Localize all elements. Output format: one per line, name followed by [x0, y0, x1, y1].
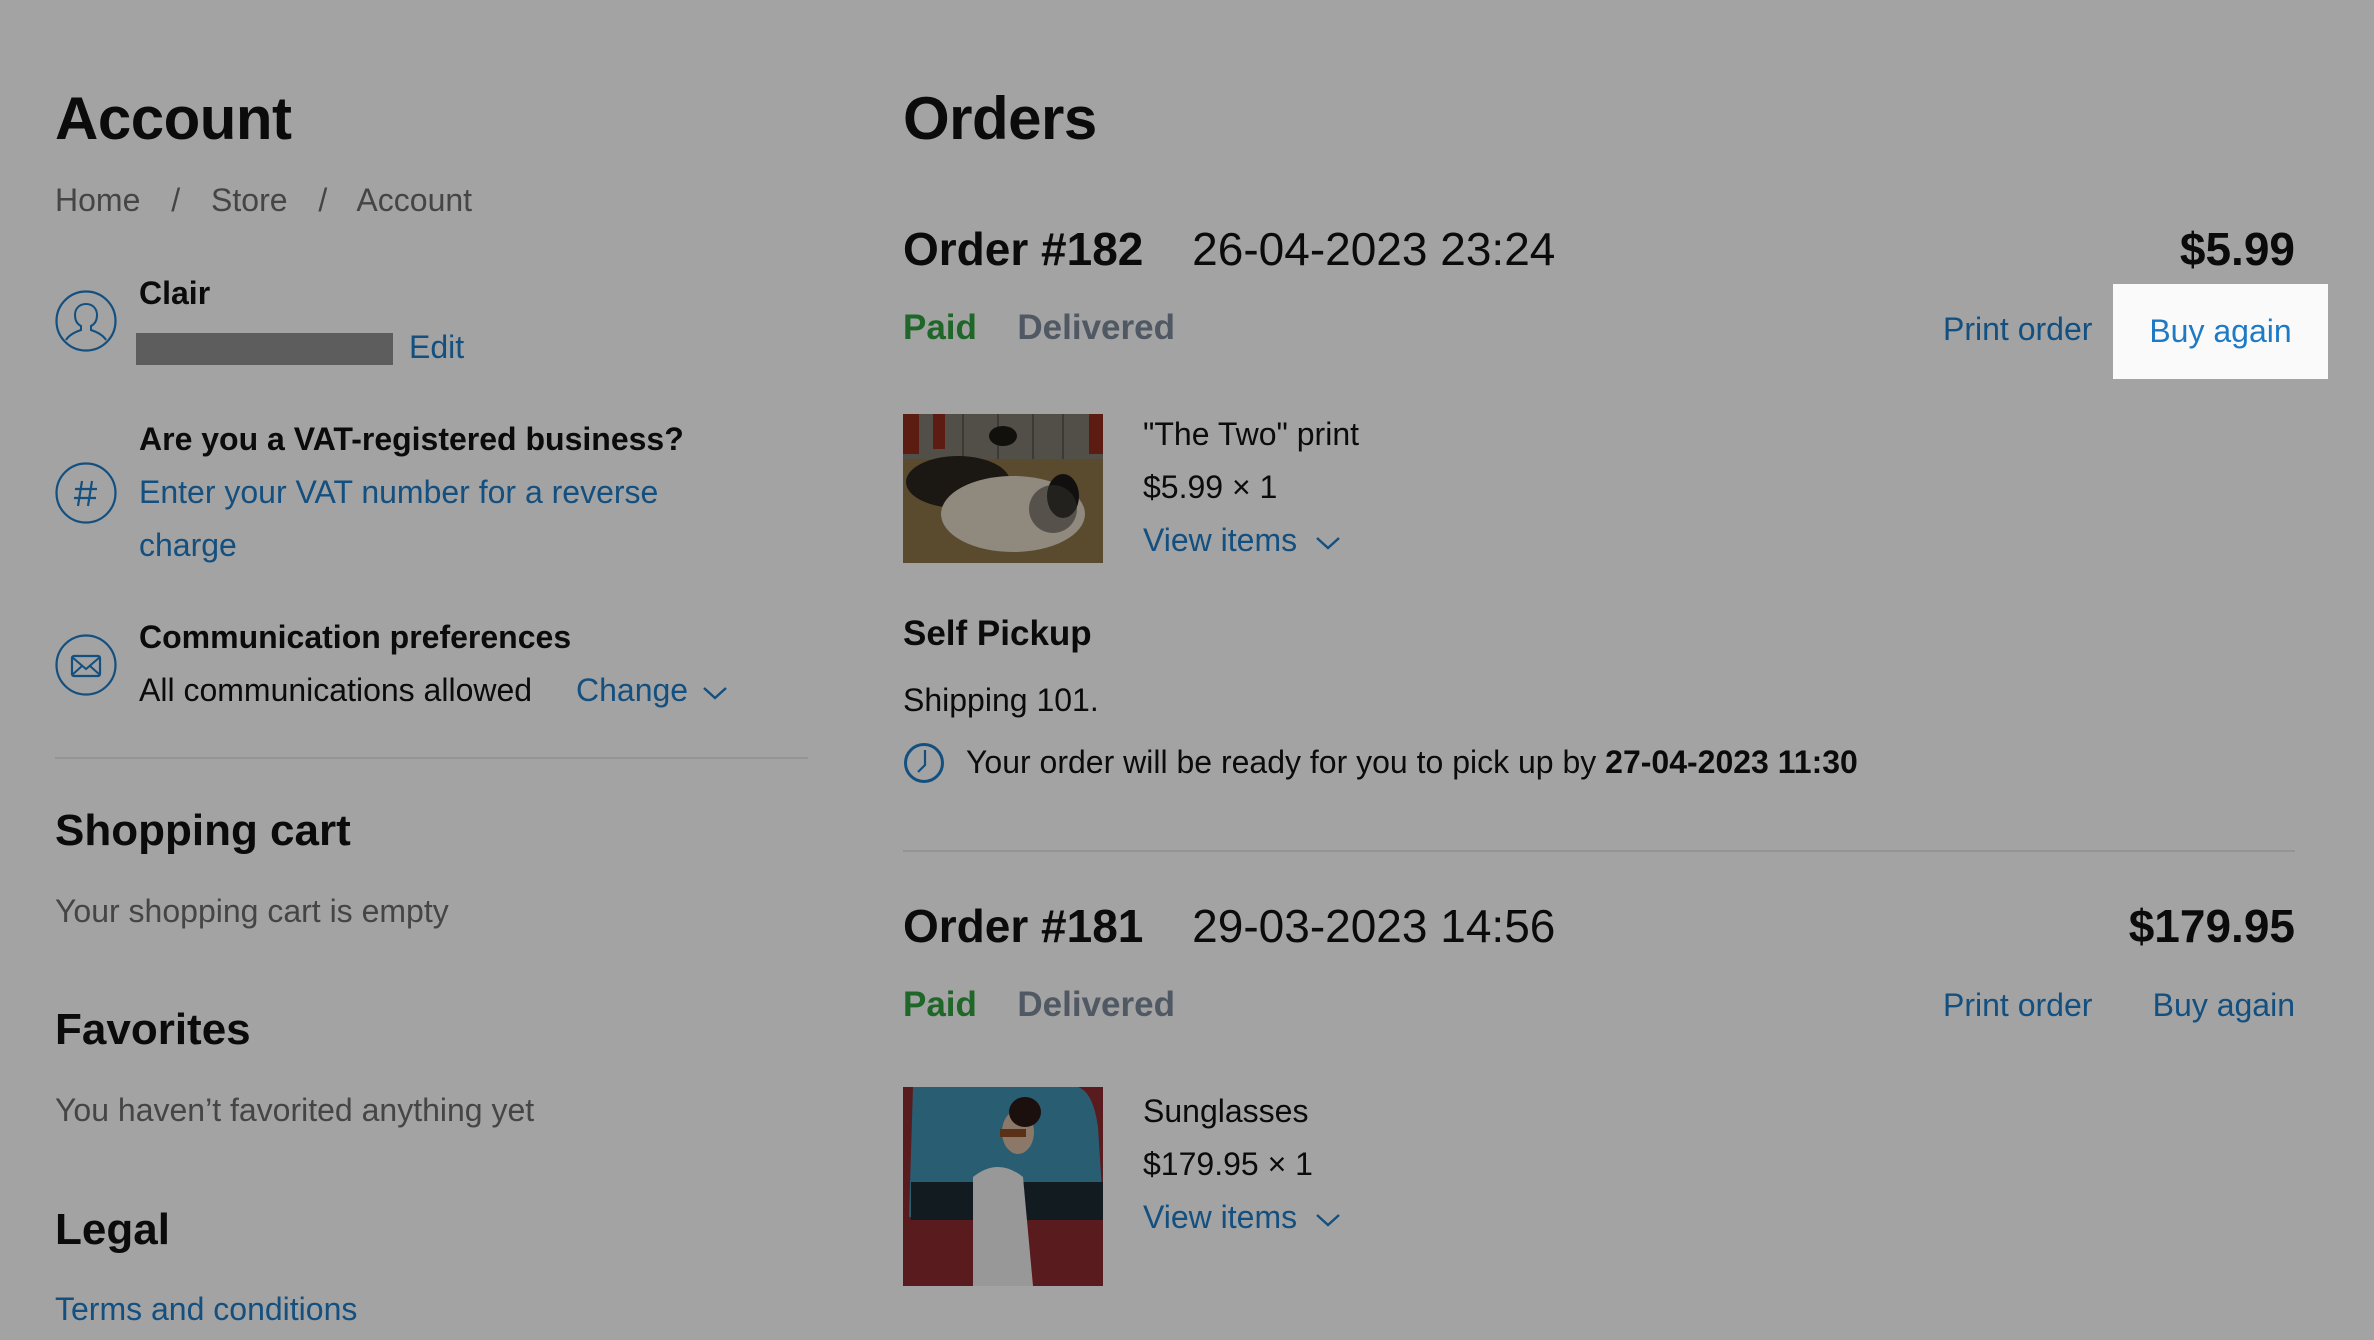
- breadcrumb: Home / Store / Account: [55, 182, 472, 219]
- breadcrumb-home[interactable]: Home: [55, 182, 140, 218]
- order-statuses: Paid Delivered: [903, 985, 1175, 1025]
- order-header: Order #182 26-04-2023 23:24: [903, 222, 1555, 276]
- chevron-down-icon: [1316, 536, 1340, 550]
- chevron-down-icon: [1316, 1213, 1340, 1227]
- page: Account Home / Store / Account Clair Edi…: [0, 0, 2374, 1340]
- pickup-ready-text: Your order will be ready for you to pick…: [966, 744, 1858, 781]
- hash-icon: [55, 462, 117, 524]
- redacted-email: [136, 333, 393, 365]
- clock-icon: [904, 743, 944, 783]
- pickup-ready-time: 27-04-2023 11:30: [1605, 744, 1858, 780]
- view-items-button[interactable]: View items: [1143, 1199, 1341, 1236]
- favorites-title: Favorites: [55, 1005, 251, 1054]
- shopping-cart-empty-text: Your shopping cart is empty: [55, 893, 449, 929]
- breadcrumb-separator: /: [318, 182, 328, 218]
- shopping-cart-title: Shopping cart: [55, 806, 351, 855]
- order-date: 29-03-2023 14:56: [1192, 900, 1556, 952]
- payment-status: Paid: [903, 985, 977, 1024]
- buy-again-button[interactable]: Buy again: [2153, 987, 2295, 1024]
- communication-status: All communications allowed: [139, 672, 533, 708]
- order-divider: [903, 850, 2295, 852]
- chevron-down-icon: [703, 686, 727, 700]
- vat-question: Are you a VAT-registered business?: [139, 421, 684, 457]
- payment-status: Paid: [903, 308, 977, 347]
- favorites-empty-text: You haven’t favorited anything yet: [55, 1092, 535, 1128]
- pickup-location: Shipping 101.: [903, 682, 1099, 718]
- user-name: Clair: [139, 275, 211, 311]
- account-title: Account: [55, 85, 292, 152]
- delivery-method: Self Pickup: [903, 614, 1092, 653]
- item-name: "The Two" print: [1143, 416, 1359, 452]
- legal-title: Legal: [55, 1205, 170, 1254]
- edit-profile-link[interactable]: Edit: [409, 329, 464, 366]
- sunglasses-model-photo[interactable]: [903, 1087, 1103, 1286]
- breadcrumb-separator: /: [171, 182, 181, 218]
- user-icon: [55, 290, 117, 352]
- fulfillment-status: Delivered: [1017, 985, 1175, 1024]
- view-items-button[interactable]: View items: [1143, 522, 1341, 559]
- pickup-ready-prefix: Your order will be ready for you to pick…: [966, 744, 1597, 780]
- order-number: Order #181: [903, 900, 1144, 952]
- change-communication-button[interactable]: Change: [576, 672, 728, 709]
- order-number: Order #182: [903, 223, 1144, 275]
- terms-and-conditions-link[interactable]: Terms and conditions: [55, 1291, 357, 1328]
- vat-number-link[interactable]: Enter your VAT number for a reverse char…: [139, 474, 658, 564]
- envelope-icon: [55, 634, 117, 696]
- communication-title: Communication preferences: [139, 619, 572, 655]
- account-divider: [55, 757, 808, 759]
- change-label: Change: [576, 672, 689, 708]
- item-price-qty: $5.99 × 1: [1143, 469, 1278, 505]
- order-total: $179.95: [2128, 900, 2295, 952]
- print-order-button[interactable]: Print order: [1943, 311, 2092, 348]
- print-order-button[interactable]: Print order: [1943, 987, 2092, 1024]
- item-name: Sunglasses: [1143, 1093, 1309, 1129]
- vat-link-line2[interactable]: charge: [139, 527, 658, 564]
- item-price-qty: $179.95 × 1: [1143, 1146, 1313, 1182]
- buy-again-button-highlighted[interactable]: Buy again: [2113, 284, 2328, 379]
- view-items-label: View items: [1143, 522, 1298, 558]
- vat-link-line1[interactable]: Enter your VAT number for a reverse: [139, 474, 658, 511]
- breadcrumb-account: Account: [356, 182, 473, 218]
- view-items-label: View items: [1143, 1199, 1298, 1235]
- orders-title: Orders: [903, 85, 1097, 152]
- order-date: 26-04-2023 23:24: [1192, 223, 1556, 275]
- breadcrumb-store[interactable]: Store: [211, 182, 287, 218]
- order-statuses: Paid Delivered: [903, 308, 1175, 348]
- sheep-photo[interactable]: [903, 414, 1103, 563]
- order-total: $5.99: [2179, 223, 2295, 275]
- fulfillment-status: Delivered: [1017, 308, 1175, 347]
- order-header: Order #181 29-03-2023 14:56: [903, 899, 1555, 953]
